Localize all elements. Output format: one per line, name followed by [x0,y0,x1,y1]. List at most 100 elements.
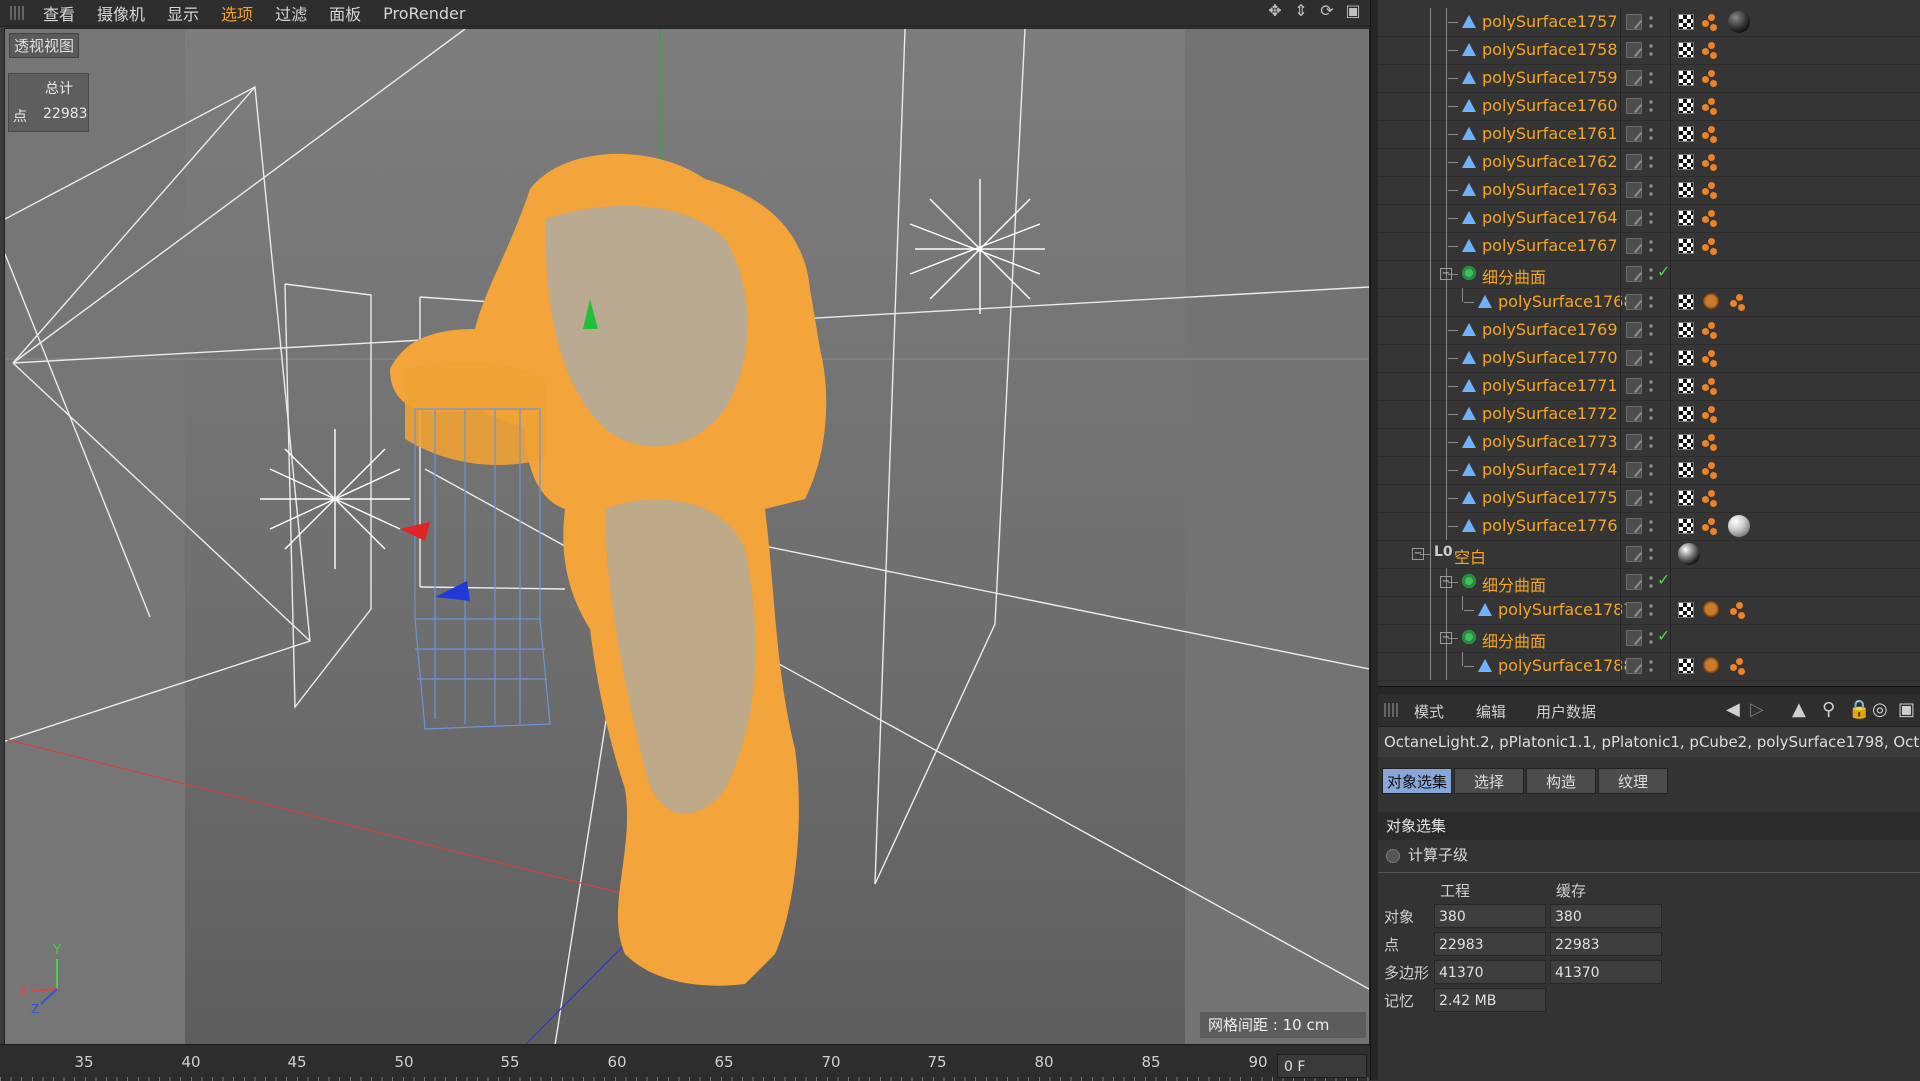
material-sphere-icon[interactable] [1728,515,1750,537]
material-tag-icon[interactable] [1678,294,1694,310]
layer-toggle-icon[interactable] [1626,490,1642,506]
move-view-icon[interactable]: ✥ [1266,2,1284,20]
menu-options[interactable]: 选项 [210,1,264,25]
layer-toggle-icon[interactable] [1626,518,1642,534]
enabled-check-icon[interactable]: ✓ [1657,626,1670,645]
material-tag-icon[interactable] [1678,126,1694,142]
material-tag-icon[interactable] [1678,434,1694,450]
gizmo-z-arrow[interactable] [435,581,470,601]
material-tag-icon[interactable] [1678,42,1694,58]
object-row[interactable]: polySurface1773 [1378,428,1920,457]
rotate-view-icon[interactable]: ⟳ [1318,2,1336,20]
material-tag-icon[interactable] [1678,378,1694,394]
object-row[interactable]: − 细分曲面 ✓ [1378,260,1920,289]
enabled-check-icon[interactable]: ✓ [1657,262,1670,281]
phong-tag-icon[interactable] [1702,601,1720,619]
object-name[interactable]: polySurface1762 [1482,152,1618,171]
current-frame-field[interactable]: 0 F [1277,1054,1367,1078]
visibility-dots-icon[interactable] [1649,434,1653,450]
octane-object-tag-icon[interactable] [1702,322,1722,340]
pointer-icon[interactable]: ▲ [1792,699,1806,720]
octane-object-tag-icon[interactable] [1702,434,1722,452]
material-tag-icon[interactable] [1678,238,1694,254]
object-row[interactable]: polySurface1762 [1378,148,1920,177]
object-name[interactable]: 细分曲面 [1482,628,1546,652]
visibility-dots-icon[interactable] [1649,70,1653,86]
menu-panel[interactable]: 面板 [318,1,372,25]
visibility-dots-icon[interactable] [1649,294,1653,310]
object-name[interactable]: 细分曲面 [1482,572,1546,596]
octane-object-tag-icon[interactable] [1702,210,1722,228]
material-tag-icon[interactable] [1678,350,1694,366]
object-row[interactable]: polySurface1787 [1378,596,1920,625]
material-tag-icon[interactable] [1678,406,1694,422]
visibility-dots-icon[interactable] [1649,322,1653,338]
octane-object-tag-icon[interactable] [1702,98,1722,116]
octane-object-tag-icon[interactable] [1702,238,1722,256]
layer-toggle-icon[interactable] [1626,70,1642,86]
visibility-dots-icon[interactable] [1649,350,1653,366]
object-row[interactable]: polySurface1758 [1378,36,1920,65]
layer-toggle-icon[interactable] [1626,266,1642,282]
object-row[interactable]: − L0 空白 [1378,540,1920,569]
visibility-dots-icon[interactable] [1649,518,1653,534]
object-name[interactable]: polySurface1769 [1482,320,1618,339]
object-name[interactable]: polySurface1775 [1482,488,1618,507]
tab-texture[interactable]: 纹理 [1598,768,1668,794]
octane-object-tag-icon[interactable] [1702,154,1722,172]
object-row[interactable]: polySurface1760 [1378,92,1920,121]
menu-prorender[interactable]: ProRender [372,4,476,23]
collapse-toggle-icon[interactable]: − [1440,576,1452,588]
forward-arrow-icon[interactable]: ▷ [1750,699,1764,720]
object-row[interactable]: polySurface1772 [1378,400,1920,429]
object-row[interactable]: polySurface1757 [1378,8,1920,37]
visibility-dots-icon[interactable] [1649,378,1653,394]
octane-object-tag-icon[interactable] [1702,350,1722,368]
object-row[interactable]: polySurface1774 [1378,456,1920,485]
object-name[interactable]: polySurface1764 [1482,208,1618,227]
phong-tag-icon[interactable] [1702,657,1720,675]
layer-toggle-icon[interactable] [1626,154,1642,170]
layer-toggle-icon[interactable] [1626,574,1642,590]
panel-grip-icon[interactable] [1384,703,1398,717]
view-name-label[interactable]: 透视视图 [9,33,80,58]
object-row[interactable]: polySurface1764 [1378,204,1920,233]
object-name[interactable]: polySurface1758 [1482,40,1618,59]
object-name[interactable]: polySurface1770 [1482,348,1618,367]
object-name[interactable]: polySurface1787 [1498,600,1634,619]
layer-toggle-icon[interactable] [1626,658,1642,674]
new-panel-icon[interactable]: ▣ [1898,699,1915,720]
object-name[interactable]: polySurface1763 [1482,180,1618,199]
visibility-dots-icon[interactable] [1649,182,1653,198]
material-tag-icon[interactable] [1678,210,1694,226]
object-name[interactable]: polySurface1760 [1482,96,1618,115]
compute-children-option[interactable]: 计算子级 [1386,844,1468,865]
octane-object-tag-icon[interactable] [1702,14,1722,32]
layer-toggle-icon[interactable] [1626,210,1642,226]
octane-object-tag-icon[interactable] [1702,490,1722,508]
object-row[interactable]: polySurface1768 [1378,288,1920,317]
material-tag-icon[interactable] [1678,14,1694,30]
layer-toggle-icon[interactable] [1626,630,1642,646]
octane-object-tag-icon[interactable] [1702,182,1722,200]
visibility-dots-icon[interactable] [1649,574,1653,590]
collapse-toggle-icon[interactable]: − [1440,268,1452,280]
collapse-toggle-icon[interactable]: − [1440,632,1452,644]
phong-tag-icon[interactable] [1702,293,1720,311]
object-name[interactable]: 空白 [1454,544,1486,568]
octane-object-tag-icon[interactable] [1702,518,1722,536]
object-row[interactable]: polySurface1771 [1378,372,1920,401]
object-name[interactable]: polySurface1768 [1498,292,1634,311]
visibility-dots-icon[interactable] [1649,126,1653,142]
layer-toggle-icon[interactable] [1626,602,1642,618]
object-row[interactable]: − 细分曲面 ✓ [1378,568,1920,597]
lock-icon[interactable]: 🔒 [1848,699,1870,720]
object-name[interactable]: polySurface1773 [1482,432,1618,451]
visibility-dots-icon[interactable] [1649,98,1653,114]
menu-user-data[interactable]: 用户数据 [1536,701,1596,722]
layer-toggle-icon[interactable] [1626,406,1642,422]
object-row[interactable]: polySurface1763 [1378,176,1920,205]
octane-object-tag-icon[interactable] [1702,126,1722,144]
object-name[interactable]: polySurface1761 [1482,124,1618,143]
octane-object-tag-icon[interactable] [1702,406,1722,424]
